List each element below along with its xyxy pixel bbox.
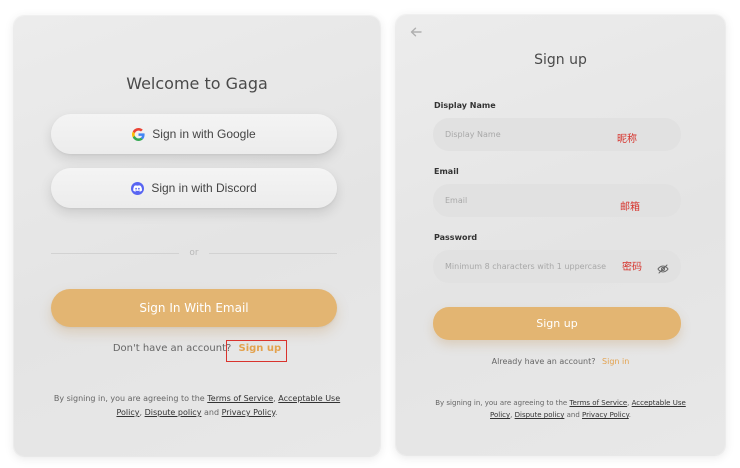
highlight-box (226, 340, 287, 362)
terms-end: . (628, 411, 631, 419)
signin-prompt: Already have an account? Sign in (396, 357, 725, 366)
google-icon (132, 127, 145, 141)
email-input[interactable] (445, 196, 640, 205)
signin-title: Welcome to Gaga (126, 74, 268, 93)
discord-signin-label: Sign in with Discord (151, 181, 257, 195)
privacy-policy-link[interactable]: Privacy Policy (222, 408, 275, 417)
terms-comma: , (273, 394, 276, 403)
terms-end: . (274, 408, 278, 417)
terms-comma: , (510, 411, 513, 419)
privacy-policy-link[interactable]: Privacy Policy (582, 411, 629, 419)
display-name-field (433, 118, 681, 151)
email-label: Email (434, 167, 459, 176)
google-signin-button[interactable]: Sign in with Google (51, 114, 337, 154)
signin-link[interactable]: Sign in (602, 357, 629, 366)
divider-line-left (51, 252, 180, 254)
dispute-policy-link[interactable]: Dispute policy (515, 411, 565, 419)
eye-off-icon[interactable] (657, 260, 669, 279)
already-account-text: Already have an account? (491, 357, 596, 366)
password-label: Password (434, 233, 478, 242)
password-field (433, 250, 681, 283)
discord-icon (131, 181, 145, 195)
display-name-annotation: 昵称 (617, 134, 637, 145)
back-arrow-icon[interactable] (410, 25, 422, 41)
signin-panel: Welcome to Gaga Sign in with Google Sign… (14, 16, 380, 456)
dispute-policy-link[interactable]: Dispute policy (145, 408, 202, 417)
terms-of-service-link[interactable]: Terms of Service (569, 399, 627, 407)
discord-signin-button[interactable]: Sign in with Discord (51, 168, 337, 208)
signup-button[interactable]: Sign up (433, 307, 681, 340)
email-annotation: 邮箱 (620, 202, 640, 213)
terms-text: By signing in, you are agreeing to the T… (44, 392, 350, 420)
terms-prefix: By signing in, you are agreeing to the (435, 399, 568, 407)
page: Welcome to Gaga Sign in with Google Sign… (0, 0, 740, 468)
terms-and: and (203, 408, 220, 417)
password-input[interactable] (445, 262, 640, 271)
divider-line-right (208, 252, 337, 254)
no-account-text: Don't have an account? (112, 343, 232, 354)
signup-prompt: Don't have an account? Sign up (14, 343, 380, 354)
terms-comma: , (139, 408, 143, 417)
terms-text: By signing in, you are agreeing to the T… (426, 397, 695, 421)
display-name-label: Display Name (434, 101, 496, 110)
terms-comma: , (627, 399, 630, 407)
or-divider: or (51, 248, 337, 258)
terms-prefix: By signing in, you are agreeing to the (53, 394, 205, 403)
display-name-input[interactable] (445, 130, 640, 139)
terms-of-service-link[interactable]: Terms of Service (207, 394, 273, 403)
google-signin-label: Sign in with Google (152, 127, 256, 141)
terms-and: and (566, 411, 580, 419)
email-field (433, 184, 681, 217)
signup-panel: Sign up Display Name 昵称 Email 邮箱 Passwor… (396, 15, 725, 455)
email-signin-button[interactable]: Sign In With Email (51, 289, 337, 327)
or-text: or (189, 248, 199, 258)
signup-title: Sign up (534, 52, 587, 68)
password-annotation: 密码 (622, 262, 642, 273)
